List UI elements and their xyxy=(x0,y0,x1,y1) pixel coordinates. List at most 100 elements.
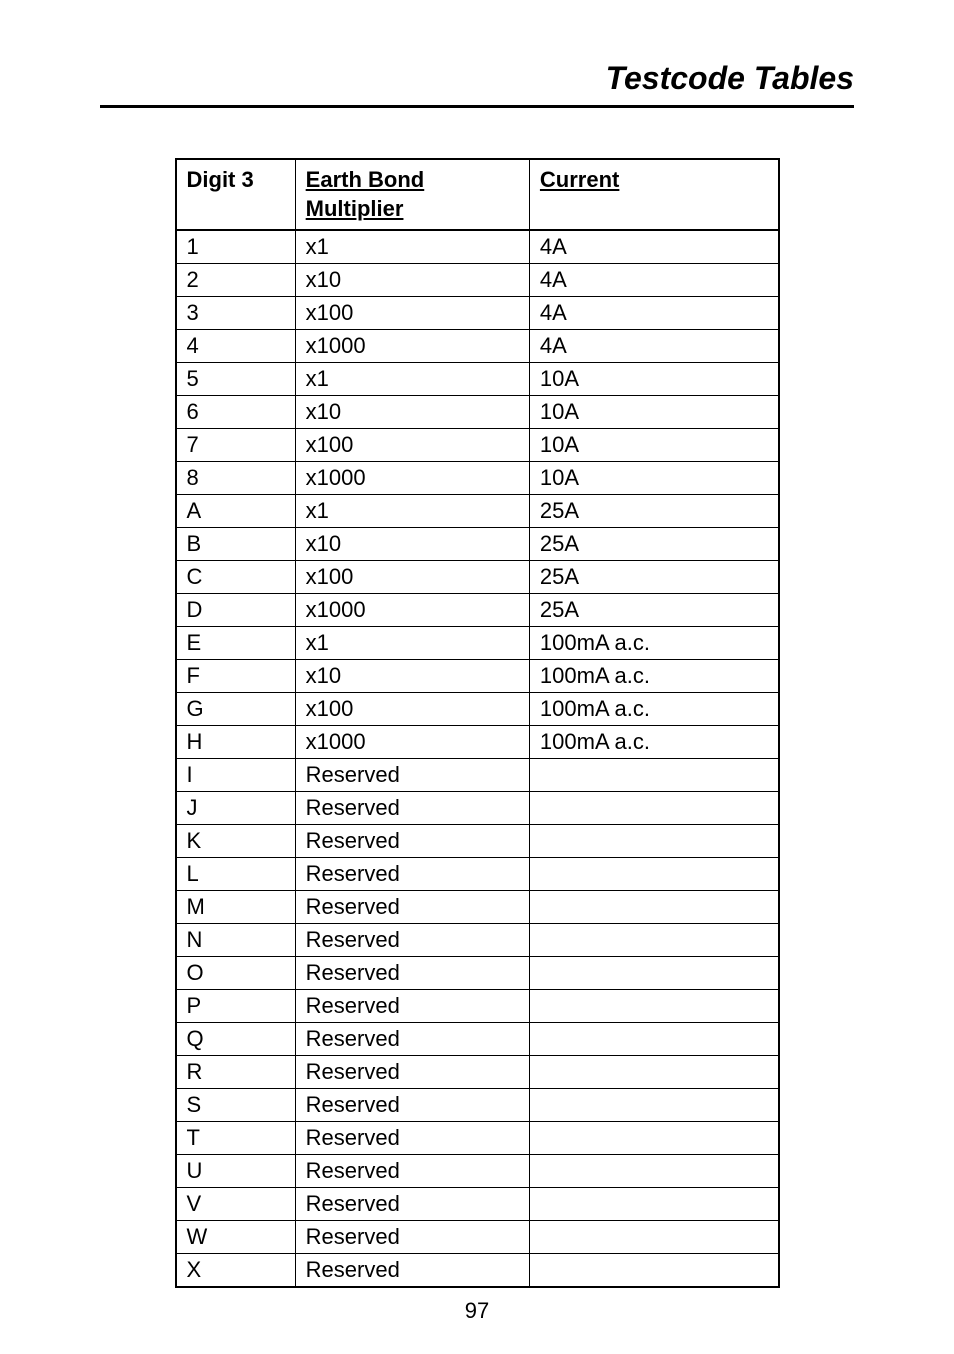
cell-multiplier: Reserved xyxy=(295,957,529,990)
cell-current xyxy=(529,990,778,1023)
cell-current xyxy=(529,1023,778,1056)
cell-multiplier: x10 xyxy=(295,264,529,297)
table-row: PReserved xyxy=(176,990,779,1023)
cell-multiplier: x100 xyxy=(295,561,529,594)
page-header: Testcode Tables xyxy=(100,60,854,108)
cell-multiplier: x1 xyxy=(295,363,529,396)
table-row: WReserved xyxy=(176,1221,779,1254)
cell-current: 100mA a.c. xyxy=(529,693,778,726)
table-row: 6x1010A xyxy=(176,396,779,429)
cell-multiplier: Reserved xyxy=(295,1089,529,1122)
table-row: 5x110A xyxy=(176,363,779,396)
cell-multiplier: Reserved xyxy=(295,924,529,957)
cell-current xyxy=(529,1155,778,1188)
table-row: KReserved xyxy=(176,825,779,858)
cell-digit: 2 xyxy=(176,264,296,297)
cell-multiplier: x10 xyxy=(295,528,529,561)
cell-multiplier: Reserved xyxy=(295,1122,529,1155)
cell-current: 10A xyxy=(529,429,778,462)
table-container: Digit 3 Earth Bond Multiplier Current 1x… xyxy=(100,158,854,1288)
cell-digit: 7 xyxy=(176,429,296,462)
cell-multiplier: Reserved xyxy=(295,1155,529,1188)
table-header-row: Digit 3 Earth Bond Multiplier Current xyxy=(176,159,779,230)
table-row: VReserved xyxy=(176,1188,779,1221)
table-row: MReserved xyxy=(176,891,779,924)
header-digit: Digit 3 xyxy=(176,159,296,230)
cell-digit: V xyxy=(176,1188,296,1221)
cell-digit: T xyxy=(176,1122,296,1155)
cell-multiplier: Reserved xyxy=(295,1254,529,1288)
testcode-table: Digit 3 Earth Bond Multiplier Current 1x… xyxy=(175,158,780,1288)
cell-multiplier: x1000 xyxy=(295,594,529,627)
table-row: SReserved xyxy=(176,1089,779,1122)
table-row: Hx1000100mA a.c. xyxy=(176,726,779,759)
table-row: XReserved xyxy=(176,1254,779,1288)
cell-current xyxy=(529,1089,778,1122)
table-row: OReserved xyxy=(176,957,779,990)
cell-digit: C xyxy=(176,561,296,594)
cell-current: 10A xyxy=(529,462,778,495)
cell-digit: J xyxy=(176,792,296,825)
cell-current: 4A xyxy=(529,230,778,264)
cell-digit: M xyxy=(176,891,296,924)
cell-multiplier: Reserved xyxy=(295,990,529,1023)
cell-digit: 8 xyxy=(176,462,296,495)
cell-multiplier: x1 xyxy=(295,627,529,660)
cell-multiplier: x1 xyxy=(295,230,529,264)
cell-current xyxy=(529,858,778,891)
cell-current: 4A xyxy=(529,330,778,363)
page-number: 97 xyxy=(0,1298,954,1324)
cell-current xyxy=(529,759,778,792)
cell-digit: B xyxy=(176,528,296,561)
cell-digit: 5 xyxy=(176,363,296,396)
table-row: 3x1004A xyxy=(176,297,779,330)
cell-current: 25A xyxy=(529,561,778,594)
cell-digit: 4 xyxy=(176,330,296,363)
cell-current: 4A xyxy=(529,264,778,297)
cell-multiplier: x1 xyxy=(295,495,529,528)
cell-current: 100mA a.c. xyxy=(529,660,778,693)
table-row: IReserved xyxy=(176,759,779,792)
cell-multiplier: x1000 xyxy=(295,462,529,495)
cell-multiplier: x10 xyxy=(295,396,529,429)
cell-current xyxy=(529,1188,778,1221)
cell-digit: R xyxy=(176,1056,296,1089)
cell-digit: P xyxy=(176,990,296,1023)
cell-current xyxy=(529,1221,778,1254)
cell-multiplier: x100 xyxy=(295,429,529,462)
cell-current xyxy=(529,825,778,858)
cell-multiplier: Reserved xyxy=(295,1023,529,1056)
table-row: NReserved xyxy=(176,924,779,957)
cell-current xyxy=(529,1056,778,1089)
cell-multiplier: Reserved xyxy=(295,891,529,924)
header-current: Current xyxy=(529,159,778,230)
cell-digit: Q xyxy=(176,1023,296,1056)
header-multiplier: Earth Bond Multiplier xyxy=(295,159,529,230)
cell-digit: U xyxy=(176,1155,296,1188)
cell-current xyxy=(529,1122,778,1155)
cell-multiplier: Reserved xyxy=(295,792,529,825)
cell-digit: 6 xyxy=(176,396,296,429)
cell-current xyxy=(529,792,778,825)
cell-current: 25A xyxy=(529,528,778,561)
page-title: Testcode Tables xyxy=(606,60,854,97)
cell-current xyxy=(529,924,778,957)
cell-digit: H xyxy=(176,726,296,759)
table-row: Ax125A xyxy=(176,495,779,528)
cell-current: 25A xyxy=(529,495,778,528)
cell-multiplier: x100 xyxy=(295,693,529,726)
table-row: Fx10100mA a.c. xyxy=(176,660,779,693)
cell-digit: D xyxy=(176,594,296,627)
cell-digit: O xyxy=(176,957,296,990)
cell-current xyxy=(529,957,778,990)
table-row: Cx10025A xyxy=(176,561,779,594)
table-row: 1x14A xyxy=(176,230,779,264)
cell-digit: S xyxy=(176,1089,296,1122)
table-row: 8x100010A xyxy=(176,462,779,495)
cell-multiplier: x10 xyxy=(295,660,529,693)
cell-multiplier: x1000 xyxy=(295,330,529,363)
table-row: TReserved xyxy=(176,1122,779,1155)
cell-multiplier: x100 xyxy=(295,297,529,330)
cell-digit: X xyxy=(176,1254,296,1288)
cell-digit: E xyxy=(176,627,296,660)
